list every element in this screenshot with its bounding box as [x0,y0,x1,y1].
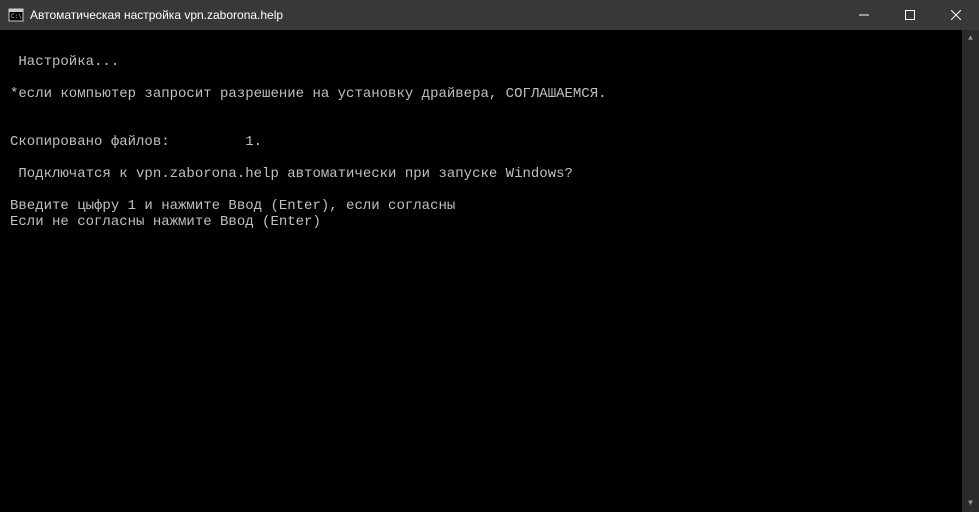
window-title: Автоматическая настройка vpn.zaborona.he… [30,8,841,22]
maximize-button[interactable] [887,0,933,30]
console-line [10,182,969,198]
scroll-down-button[interactable]: ▼ [962,495,979,512]
console-window: C:\ Автоматическая настройка vpn.zaboron… [0,0,979,512]
window-controls [841,0,979,30]
console-line [10,70,969,86]
minimize-button[interactable] [841,0,887,30]
console-line [10,150,969,166]
console-line [10,38,969,54]
console-line: *если компьютер запросит разрешение на у… [10,86,969,102]
scrollbar[interactable]: ▲ ▼ [962,30,979,512]
svg-text:C:\: C:\ [11,13,22,20]
console-line: Введите цыфру 1 и нажмите Ввод (Enter), … [10,198,969,214]
console-line: Настройка... [10,54,969,70]
console-line [10,118,969,134]
console-line: Если не согласны нажмите Ввод (Enter) [10,214,969,230]
console-line [10,102,969,118]
cmd-icon: C:\ [8,7,24,23]
scroll-up-button[interactable]: ▲ [962,30,979,47]
console-line: Скопировано файлов: 1. [10,134,969,150]
close-button[interactable] [933,0,979,30]
console-output[interactable]: Настройка... *если компьютер запросит ра… [0,30,979,512]
titlebar[interactable]: C:\ Автоматическая настройка vpn.zaboron… [0,0,979,30]
console-line: Подключатся к vpn.zaborona.help автомати… [10,166,969,182]
